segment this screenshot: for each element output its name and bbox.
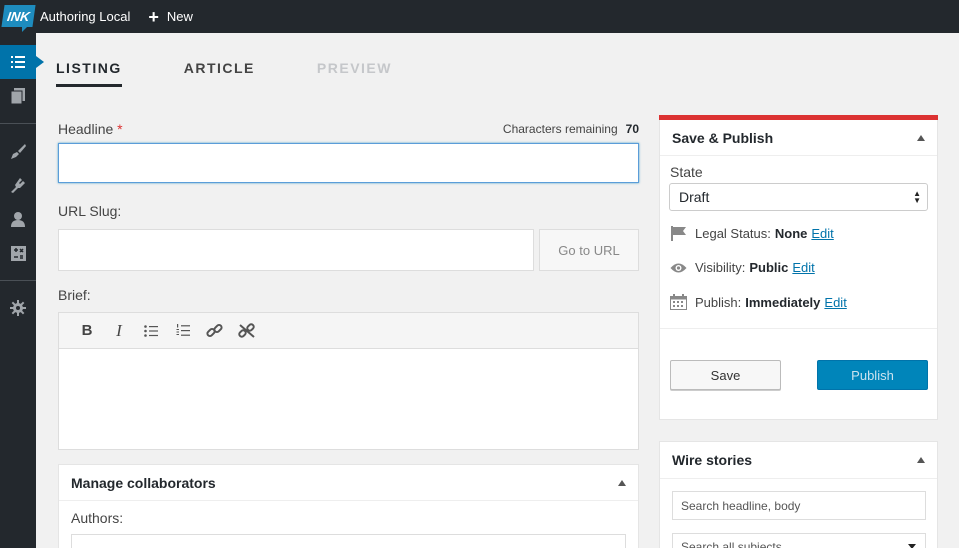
chevron-down-icon	[908, 544, 916, 548]
eye-icon	[670, 263, 687, 272]
characters-remaining-count: 70	[625, 122, 639, 136]
bullet-list-icon	[144, 324, 158, 337]
save-publish-title: Save & Publish	[672, 129, 774, 146]
sidebar-item-users[interactable]	[0, 202, 36, 236]
collaborators-header[interactable]: Manage collaborators	[59, 465, 638, 501]
authors-input[interactable]	[71, 534, 626, 548]
panel-divider	[660, 328, 937, 329]
collaborators-title: Manage collaborators	[71, 474, 216, 491]
settings-icon	[10, 300, 26, 316]
brush-icon	[11, 144, 26, 159]
tab-listing[interactable]: LISTING	[56, 60, 122, 87]
headline-label: Headline *	[58, 121, 123, 137]
tab-article[interactable]: ARTICLE	[184, 60, 255, 87]
headline-label-text: Headline	[58, 121, 114, 137]
pages-icon	[11, 88, 25, 104]
state-select[interactable]: Draft ▲ ▼	[669, 183, 928, 211]
save-button[interactable]: Save	[670, 360, 781, 390]
select-arrows-icon: ▲ ▼	[913, 189, 921, 205]
state-label: State	[670, 164, 703, 180]
characters-remaining: Characters remaining 70	[503, 122, 639, 136]
go-to-url-button[interactable]: Go to URL	[539, 229, 639, 271]
sidebar-item-listings[interactable]	[0, 45, 44, 79]
top-bar: INK Authoring Local + New	[0, 0, 959, 33]
user-icon	[11, 211, 25, 227]
numbered-list-icon	[176, 324, 190, 336]
subjects-select-placeholder: Search all subjects	[681, 540, 782, 548]
bold-icon: B	[81, 322, 93, 339]
link-button[interactable]	[199, 319, 231, 343]
collapse-caret-icon[interactable]	[917, 134, 925, 141]
tools-icon	[10, 245, 26, 261]
logo-text: INK	[1, 5, 36, 27]
list-icon	[11, 56, 25, 68]
italic-icon: I	[116, 320, 122, 340]
state-select-value: Draft	[679, 189, 710, 205]
visibility-row: Visibility: Public Edit	[670, 260, 815, 275]
italic-button[interactable]: I	[103, 319, 135, 343]
authors-label: Authors:	[71, 510, 124, 526]
logo-tail	[22, 26, 28, 32]
publish-button[interactable]: Publish	[817, 360, 928, 390]
link-icon	[206, 323, 223, 337]
calendar-icon	[670, 294, 687, 310]
edit-visibility-link[interactable]: Edit	[792, 260, 814, 275]
url-slug-input[interactable]	[58, 229, 534, 271]
visibility-value: Public	[749, 260, 789, 275]
manage-collaborators-panel: Manage collaborators Authors:	[58, 464, 639, 548]
collapse-caret-icon[interactable]	[917, 457, 925, 463]
site-name-link[interactable]: Authoring Local	[40, 9, 130, 24]
sidebar-divider	[0, 123, 36, 124]
new-button[interactable]: + New	[148, 8, 193, 26]
subjects-select[interactable]: Search all subjects	[672, 533, 926, 548]
plugin-icon	[11, 178, 25, 193]
edit-publish-link[interactable]: Edit	[824, 295, 846, 310]
numbered-list-button[interactable]	[167, 319, 199, 343]
ink-logo[interactable]: INK	[0, 0, 36, 33]
bullet-list-button[interactable]	[135, 319, 167, 343]
editor-tabs: LISTING ARTICLE PREVIEW	[56, 60, 454, 87]
sidebar-item-settings[interactable]	[0, 291, 36, 325]
brief-editor: B I	[58, 312, 639, 450]
sidebar-item-appearance[interactable]	[0, 134, 36, 168]
sidebar	[0, 33, 44, 548]
sidebar-item-plugins[interactable]	[0, 168, 36, 202]
sidebar-divider	[0, 280, 36, 281]
required-mark: *	[117, 121, 123, 137]
collapse-caret-icon[interactable]	[618, 479, 626, 486]
legal-status-value: None	[774, 226, 808, 241]
sidebar-item-pages[interactable]	[0, 79, 36, 113]
legal-status-row: Legal Status: None Edit	[670, 226, 834, 241]
editor-toolbar: B I	[59, 313, 638, 349]
characters-remaining-label: Characters remaining	[502, 122, 618, 136]
wire-stories-title: Wire stories	[672, 452, 753, 468]
wire-stories-header[interactable]: Wire stories	[660, 442, 937, 479]
edit-legal-status-link[interactable]: Edit	[811, 226, 833, 241]
publish-label: Publish:	[695, 294, 742, 310]
tab-preview: PREVIEW	[316, 60, 392, 76]
sidebar-item-tools[interactable]	[0, 236, 36, 270]
url-slug-label: URL Slug:	[58, 203, 122, 219]
plus-icon: +	[148, 6, 159, 27]
flag-icon	[671, 226, 686, 241]
visibility-label: Visibility:	[695, 260, 746, 275]
wire-search-input[interactable]: Search headline, body	[672, 491, 926, 520]
new-label: New	[166, 9, 193, 24]
unlink-button[interactable]	[231, 319, 263, 343]
headline-input[interactable]	[58, 143, 639, 183]
legal-status-label: Legal Status:	[695, 226, 771, 241]
unlink-icon	[238, 322, 255, 338]
save-publish-header[interactable]: Save & Publish	[660, 120, 937, 156]
bold-button[interactable]: B	[71, 319, 103, 343]
brief-label: Brief:	[58, 287, 91, 303]
publish-row: Publish: Immediately Edit	[670, 294, 847, 310]
publish-value: Immediately	[745, 294, 821, 310]
